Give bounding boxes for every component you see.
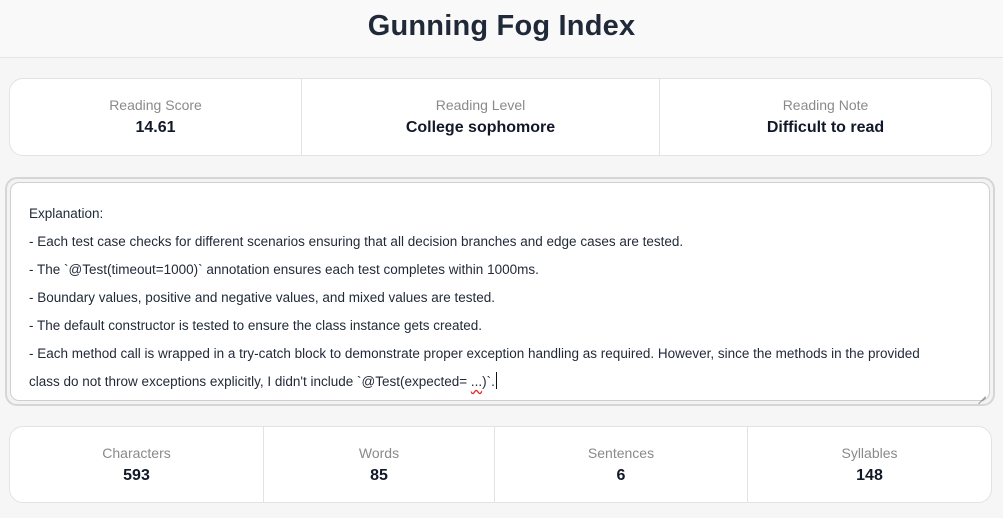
syllables-label: Syllables [841, 444, 898, 461]
reading-level-label: Reading Level [435, 97, 526, 113]
text-input-area[interactable]: Explanation: - Each test case checks for… [10, 182, 990, 401]
sentences-value: 6 [616, 466, 626, 484]
sentences-label: Sentences [587, 444, 655, 461]
editor-line: - Each method call is wrapped in a try-c… [29, 346, 920, 361]
reading-score-label: Reading Score [109, 97, 202, 113]
characters-stat: Characters 593 [10, 427, 264, 502]
reading-stats-card: Reading Score 14.61 Reading Level Colleg… [9, 78, 992, 156]
words-value: 85 [370, 466, 388, 484]
text-caret [495, 372, 497, 389]
reading-level-stat: Reading Level College sophomore [302, 79, 660, 155]
characters-value: 593 [123, 466, 150, 484]
page-header: Gunning Fog Index [0, 0, 1003, 58]
text-editor-frame: Explanation: - Each test case checks for… [5, 177, 995, 406]
reading-note-value: Difficult to read [766, 119, 885, 136]
text-stats-card: Characters 593 Words 85 Sentences 6 Syll… [9, 426, 992, 503]
sentences-stat: Sentences 6 [495, 427, 748, 502]
words-stat: Words 85 [264, 427, 495, 502]
editor-line: - Each test case checks for different sc… [29, 234, 684, 249]
editor-line: Explanation: [29, 206, 104, 221]
reading-score-value: 14.61 [135, 119, 176, 136]
syllables-stat: Syllables 148 [748, 427, 991, 502]
page-title: Gunning Fog Index [367, 10, 636, 42]
editor-line-end: )`. [482, 374, 495, 389]
editor-line: - The `@Test(timeout=1000)` annotation e… [29, 262, 539, 277]
spellcheck-underline: ... [470, 374, 483, 389]
reading-note-label: Reading Note [782, 97, 869, 113]
editor-line: - The default constructor is tested to e… [29, 318, 482, 333]
characters-label: Characters [102, 444, 171, 461]
reading-score-stat: Reading Score 14.61 [10, 79, 302, 155]
syllables-value: 148 [856, 466, 883, 484]
reading-note-stat: Reading Note Difficult to read [660, 79, 991, 155]
reading-level-value: College sophomore [405, 119, 556, 136]
editor-line: - Boundary values, positive and negative… [29, 290, 496, 305]
editor-line-text: class do not throw exceptions explicitly… [29, 374, 471, 389]
words-label: Words [358, 444, 400, 461]
resize-handle-icon[interactable] [976, 387, 986, 397]
editor-line-last: class do not throw exceptions explicitly… [29, 368, 971, 396]
